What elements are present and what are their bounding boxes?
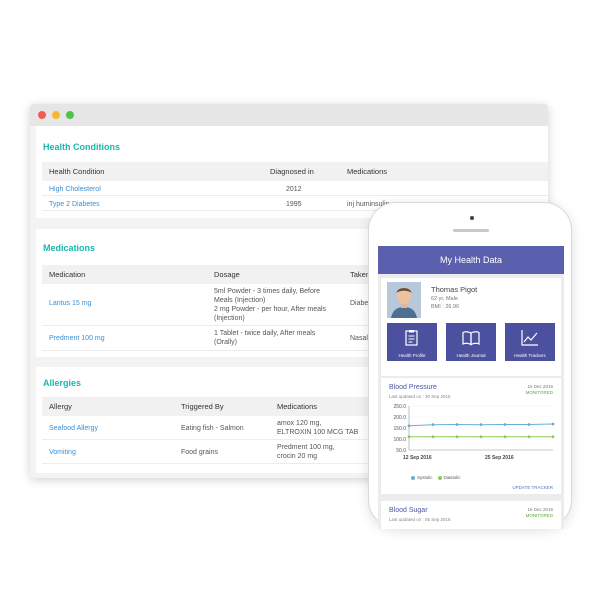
diastolic-point (551, 435, 555, 439)
health-conditions-title: Health Conditions (43, 142, 120, 152)
blood-sugar-title: Blood Sugar (389, 507, 428, 514)
dosage-line: 2 mg Powder - per hour, After meals (214, 306, 327, 313)
systolic-point (479, 423, 483, 427)
y-tick-label: 250.0 (393, 404, 406, 410)
profile-card: Thomas Pigot 62 yr, Male BMI : 26.96 Hea… (381, 278, 561, 376)
column-header-condition: Health Condition (49, 167, 105, 176)
column-header-diagnosed: Diagnosed in (270, 167, 314, 176)
y-tick-label: 50.0 (396, 448, 406, 454)
minimize-window-button[interactable] (52, 111, 60, 119)
systolic-point (407, 424, 411, 428)
y-tick-label: 100.0 (393, 437, 406, 443)
blood-pressure-updated: Last updated on : 30 Sep 2016 (389, 394, 451, 399)
blood-pressure-panel[interactable]: Blood Pressure 16 Dec 2016 MONITORED Las… (381, 378, 561, 494)
phone-screen: My Health Data Thomas Pigot 62 yr, Male … (378, 246, 564, 529)
x-tick-label: 12 Sep 2016 (403, 455, 432, 461)
health-trackers-tile[interactable]: Health Trackers (505, 323, 555, 361)
blood-sugar-date: 16 Dec 2016 (527, 507, 553, 512)
app-title: My Health Data (439, 255, 503, 265)
avatar[interactable] (387, 282, 421, 318)
table-row: High Cholesterol 2012 (42, 181, 548, 196)
open-book-icon (462, 331, 480, 346)
systolic-point (527, 423, 531, 426)
allergy-link[interactable]: Seafood Allergy (49, 424, 98, 433)
profile-age-gender: 62 yr, Male (431, 296, 458, 302)
trend-chart-icon (521, 330, 538, 346)
systolic-point (455, 423, 459, 426)
y-tick-label: 150.0 (393, 426, 406, 432)
health-conditions-table-header: Health Condition Diagnosed in Medication… (42, 162, 548, 181)
blood-pressure-date: 16 Dec 2016 (527, 384, 553, 389)
diastolic-point (527, 435, 531, 439)
health-journal-tile[interactable]: Health Journal (446, 323, 496, 361)
diastolic-point (503, 435, 507, 439)
blood-pressure-chart: 250.0 200.0 150.0 100.0 50.012 Sep 2016 25 Se… (393, 404, 555, 461)
phone-mockup: My Health Data Thomas Pigot 62 yr, Male … (368, 202, 572, 529)
column-header-triggered-by: Triggered By (181, 402, 224, 411)
y-tick-label: 200.0 (393, 415, 406, 421)
dosage-line: (Orally) (214, 339, 237, 346)
column-header-allergy: Allergy (49, 402, 72, 411)
systolic-point (503, 423, 507, 426)
condition-link[interactable]: Type 2 Diabetes (49, 200, 100, 209)
blood-pressure-status: MONITORED (525, 390, 553, 395)
systolic-point (551, 422, 555, 426)
blood-sugar-panel[interactable]: Blood Sugar 16 Dec 2016 MONITORED Last u… (381, 501, 561, 529)
medication-link[interactable]: Lantus 15 mg (49, 299, 91, 308)
diastolic-legend-label: Diastolic (443, 475, 461, 480)
browser-title-bar (30, 104, 548, 126)
health-profile-label: Health Profile (398, 353, 426, 358)
profile-bmi: BMI : 26.96 (431, 304, 460, 310)
dosage-line: 1 Tablet - twice daily, After meals (214, 330, 316, 337)
column-header-taken: Taken (350, 270, 371, 279)
allergy-medication-line: amox 120 mg, (277, 420, 322, 427)
profile-name: Thomas Pigot (431, 285, 478, 294)
blood-pressure-title: Blood Pressure (389, 384, 437, 391)
medication-link[interactable]: Predment 100 mg (49, 334, 105, 343)
diastolic-legend-dot (437, 475, 442, 480)
chart-legend: Systolic Diastolic (411, 475, 461, 480)
phone-camera (470, 216, 474, 220)
diastolic-point (431, 435, 435, 439)
column-header-medication: Medication (49, 270, 86, 279)
allergy-trigger: Food grains (181, 449, 218, 456)
column-header-medications: Medications (347, 167, 388, 176)
health-trackers-label: Health Trackers (514, 353, 546, 358)
phone-speaker (453, 229, 489, 232)
diastolic-point (407, 435, 411, 439)
allergy-link[interactable]: Vomiting (49, 448, 76, 457)
diagnosed-year: 2012 (286, 186, 302, 193)
allergy-medication-line: crocin 20 mg (277, 453, 318, 460)
column-header-dosage: Dosage (214, 270, 240, 279)
dosage-line: 5ml Powder - 3 times daily, Before (214, 288, 321, 295)
blood-sugar-updated: Last updated on : 05 Sep 2016 (389, 517, 451, 522)
health-journal-label: Health Journal (456, 353, 486, 358)
systolic-legend-dot (411, 475, 415, 480)
blood-sugar-status: MONITORED (525, 513, 553, 518)
person-photo-icon (387, 282, 421, 318)
allergies-title: Allergies (43, 378, 82, 388)
allergy-trigger: Eating fish - Salmon (181, 425, 244, 432)
close-window-button[interactable] (38, 111, 46, 119)
app-header: My Health Data (378, 246, 564, 274)
dosage-line: Meals (Injection) (214, 297, 266, 304)
maximize-window-button[interactable] (66, 111, 74, 119)
systolic-point (431, 423, 435, 427)
diagnosed-year: 1995 (286, 201, 302, 208)
dosage-line: (Injection) (214, 315, 245, 322)
systolic-legend-label: Systolic (417, 475, 433, 480)
allergy-medication-line: Predment 100 mg, (277, 444, 335, 451)
diastolic-point (455, 435, 459, 439)
health-profile-tile[interactable]: Health Profile (387, 323, 437, 361)
allergy-medication-line: ELTROXIN 100 MCG TAB (277, 429, 359, 436)
x-tick-label: 25 Sep 2016 (485, 455, 514, 461)
medications-title: Medications (43, 243, 96, 253)
update-tracker-link[interactable]: UPDATE TRACKER (512, 485, 553, 490)
column-header-medications: Medications (277, 402, 318, 411)
condition-link[interactable]: High Cholesterol (49, 185, 101, 194)
diastolic-point (479, 435, 483, 439)
clipboard-icon (405, 330, 418, 346)
